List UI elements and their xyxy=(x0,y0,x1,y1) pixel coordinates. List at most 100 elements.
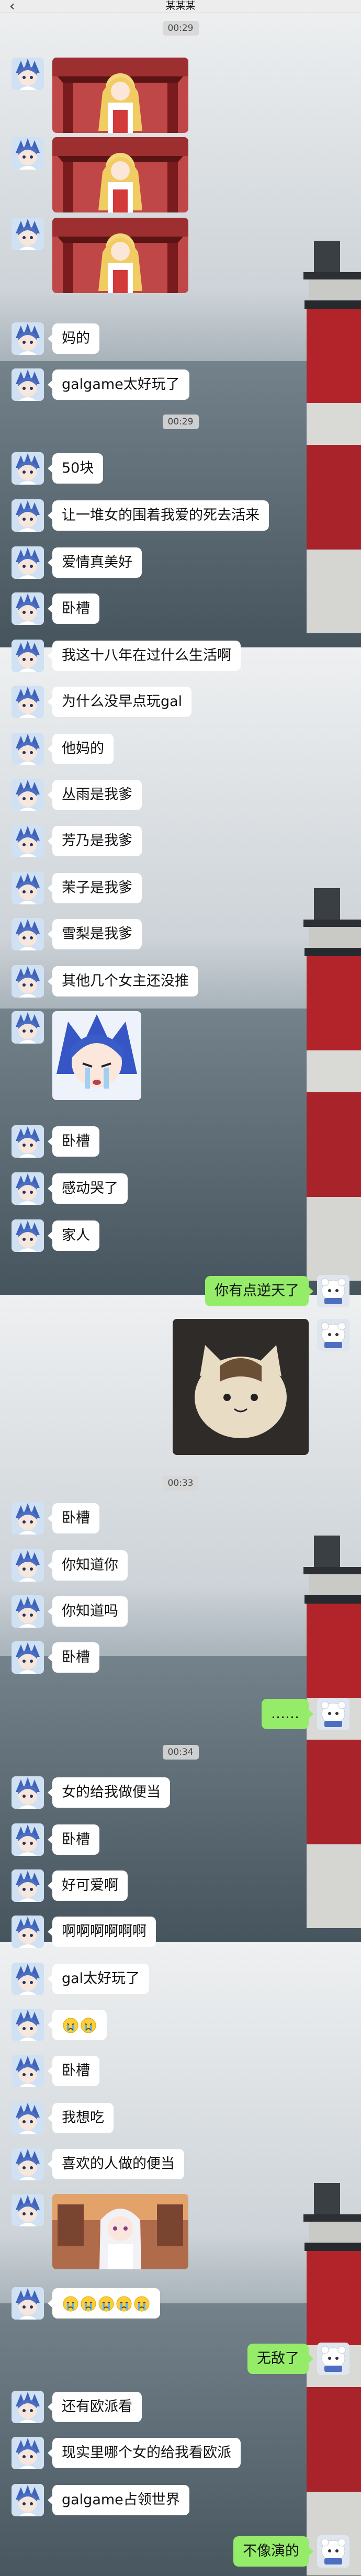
contact-avatar[interactable] xyxy=(12,1869,44,1902)
contact-avatar[interactable] xyxy=(12,368,44,401)
contact-avatar[interactable] xyxy=(12,2391,44,2423)
crying-face-icon xyxy=(63,2018,78,2033)
anime-girl-sticker[interactable] xyxy=(52,218,188,293)
incoming-message-bubble[interactable] xyxy=(48,2010,107,2040)
contact-avatar[interactable] xyxy=(12,1549,44,1582)
contact-avatar[interactable] xyxy=(12,1172,44,1205)
contact-avatar[interactable] xyxy=(12,640,44,672)
white-hair-anime-girl[interactable] xyxy=(52,2194,188,2269)
contact-avatar[interactable] xyxy=(12,1595,44,1628)
contact-avatar[interactable] xyxy=(12,825,44,857)
incoming-message-bubble[interactable]: 啊啊啊啊啊啊 xyxy=(48,1917,156,1947)
contact-avatar[interactable] xyxy=(12,499,44,532)
contact-avatar[interactable] xyxy=(12,918,44,950)
contact-avatar[interactable] xyxy=(12,1502,44,1535)
incoming-message-bubble[interactable]: 芳乃是我爹 xyxy=(48,826,142,856)
contact-avatar[interactable] xyxy=(12,2437,44,2469)
contact-avatar[interactable] xyxy=(12,2055,44,2087)
incoming-message-bubble[interactable]: 还有欧派看 xyxy=(48,2392,142,2422)
incoming-message-bubble[interactable]: 好可爱啊 xyxy=(48,1871,128,1901)
incoming-message-bubble[interactable]: 让一堆女的围着我爱的死去活来 xyxy=(48,500,269,531)
incoming-message-bubble[interactable]: 妈的 xyxy=(48,323,99,354)
crying-face-icon xyxy=(63,2296,78,2311)
incoming-message-bubble[interactable]: gal太好玩了 xyxy=(47,1964,150,1994)
incoming-message-bubble[interactable]: 感动哭了 xyxy=(48,1173,128,1204)
incoming-message-bubble[interactable]: 茉子是我爹 xyxy=(48,873,142,903)
incoming-message-bubble[interactable]: 卧槽 xyxy=(48,593,99,624)
my-avatar[interactable] xyxy=(317,1319,349,1351)
my-avatar[interactable] xyxy=(317,1275,349,1307)
incoming-message-bubble[interactable]: 他妈的 xyxy=(48,734,114,764)
incoming-message-bubble[interactable]: 喜欢的人做的便当 xyxy=(48,2149,184,2179)
message-list[interactable]: 00:29 妈的 galgame太好玩了 00:29 50块让一堆女的围着我爱的死去活来… xyxy=(0,0,361,2576)
contact-avatar[interactable] xyxy=(12,1916,44,1948)
my-avatar[interactable] xyxy=(317,2343,349,2375)
contact-avatar[interactable] xyxy=(12,1776,44,1809)
incoming-message-bubble[interactable]: 雪梨是我爹 xyxy=(48,919,142,949)
contact-avatar[interactable] xyxy=(12,1641,44,1674)
outgoing-message-bubble[interactable]: 你有点逆天了 xyxy=(205,1276,313,1306)
contact-avatar[interactable] xyxy=(12,137,44,170)
contact-avatar[interactable] xyxy=(12,1125,44,1158)
incoming-message-bubble[interactable]: 卧槽 xyxy=(48,1824,99,1855)
incoming-message-bubble[interactable]: 卧槽 xyxy=(48,2056,99,2086)
timestamp: 00:33 xyxy=(0,1476,361,1492)
incoming-message-bubble[interactable]: 现实里哪个女的给我看欧派 xyxy=(48,2438,241,2468)
outgoing-message-bubble[interactable]: 不像演的 xyxy=(233,2536,313,2567)
incoming-message-bubble[interactable] xyxy=(48,2288,160,2319)
incoming-message-bubble[interactable]: galgame占领世界 xyxy=(48,2485,189,2515)
incoming-message-bubble[interactable]: 你知道你 xyxy=(48,1550,128,1581)
contact-avatar[interactable] xyxy=(12,2009,44,2041)
incoming-message-bubble[interactable]: 卧槽 xyxy=(48,1503,99,1533)
contact-avatar[interactable] xyxy=(12,2148,44,2180)
contact-avatar[interactable] xyxy=(12,779,44,811)
incoming-message-bubble[interactable]: 其他几个女主还没推 xyxy=(48,966,198,996)
timestamp: 00:34 xyxy=(0,1745,361,1761)
contact-avatar[interactable] xyxy=(12,2194,44,2226)
contact-avatar[interactable] xyxy=(12,218,44,250)
incoming-message-bubble[interactable]: galgame太好玩了 xyxy=(48,369,189,400)
timestamp-label: 00:29 xyxy=(162,415,199,429)
contact-avatar[interactable] xyxy=(12,872,44,904)
incoming-message-bubble[interactable]: 卧槽 xyxy=(48,1642,99,1673)
outgoing-message-bubble[interactable]: …… xyxy=(262,1699,313,1729)
my-avatar[interactable] xyxy=(317,2535,349,2568)
incoming-message-bubble[interactable]: 丛雨是我爹 xyxy=(48,780,142,810)
contact-avatar[interactable] xyxy=(12,733,44,765)
incoming-message-bubble[interactable]: 50块 xyxy=(47,453,104,484)
chat-header: ‹ 某某某 xyxy=(0,0,361,14)
timestamp-label: 00:33 xyxy=(162,1476,199,1491)
contact-avatar[interactable] xyxy=(12,1011,44,1044)
crying-face-icon xyxy=(134,2296,150,2311)
contact-avatar[interactable] xyxy=(12,1219,44,1252)
incoming-message-bubble[interactable]: 爱情真美好 xyxy=(48,547,142,578)
contact-avatar[interactable] xyxy=(12,2287,44,2320)
incoming-message-bubble[interactable]: 卧槽 xyxy=(48,1126,99,1157)
crying-face-icon xyxy=(116,2296,132,2311)
incoming-message-bubble[interactable]: 我这十八年在过什么生活啊 xyxy=(48,641,241,671)
contact-avatar[interactable] xyxy=(12,2102,44,2134)
chat-title: 某某某 xyxy=(165,0,196,12)
incoming-message-bubble[interactable]: 家人 xyxy=(48,1220,99,1251)
my-avatar[interactable] xyxy=(317,1698,349,1730)
incoming-message-bubble[interactable]: 你知道吗 xyxy=(48,1596,128,1627)
contact-avatar[interactable] xyxy=(12,452,44,485)
contact-avatar[interactable] xyxy=(12,686,44,718)
incoming-message-bubble[interactable]: 女的给我做便当 xyxy=(48,1777,170,1808)
crying-anime-girl-sticker[interactable] xyxy=(52,1011,141,1100)
contact-avatar[interactable] xyxy=(12,965,44,998)
contact-avatar[interactable] xyxy=(12,58,44,90)
outgoing-message-bubble[interactable]: 无敌了 xyxy=(247,2344,313,2374)
contact-avatar[interactable] xyxy=(12,1823,44,1856)
anime-girl-sticker[interactable] xyxy=(52,137,188,212)
contact-avatar[interactable] xyxy=(12,2484,44,2516)
contact-avatar[interactable] xyxy=(12,592,44,625)
cat-plush-sticker[interactable] xyxy=(173,1319,309,1455)
incoming-message-bubble[interactable]: 为什么没早点玩gal xyxy=(47,687,192,717)
contact-avatar[interactable] xyxy=(12,1963,44,1995)
contact-avatar[interactable] xyxy=(12,546,44,579)
contact-avatar[interactable] xyxy=(12,322,44,355)
timestamp: 00:29 xyxy=(0,21,361,37)
incoming-message-bubble[interactable]: 我想吃 xyxy=(48,2103,114,2133)
anime-girl-sticker[interactable] xyxy=(52,58,188,133)
